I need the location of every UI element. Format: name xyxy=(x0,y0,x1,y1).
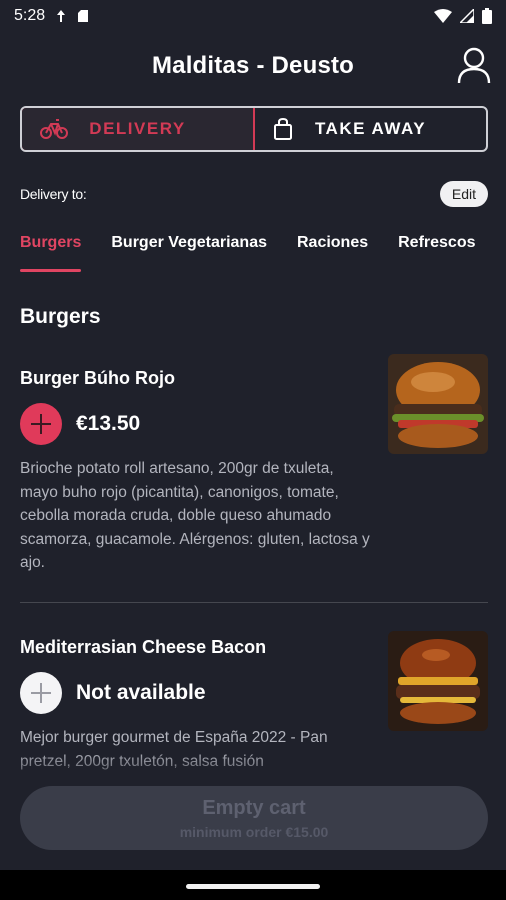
wifi-icon xyxy=(434,9,452,23)
item-divider xyxy=(20,602,488,603)
home-gesture-handle[interactable] xyxy=(186,884,320,889)
menu-item[interactable]: Burger Búho Rojo €13.50 Brioche potato r… xyxy=(20,354,488,575)
status-bar: 5:28 xyxy=(0,0,506,32)
cart-minimum-order: minimum order €15.00 xyxy=(179,823,329,840)
data-saver-icon xyxy=(57,10,66,22)
app-header: Malditas - Deusto xyxy=(0,44,506,88)
battery-icon xyxy=(482,8,492,24)
status-time: 5:28 xyxy=(14,7,46,24)
add-to-cart-button-disabled xyxy=(20,672,62,714)
profile-button[interactable] xyxy=(456,46,492,86)
cart-button[interactable]: Empty cart minimum order €15.00 xyxy=(20,786,488,850)
burger-photo xyxy=(388,631,488,731)
takeaway-option[interactable]: TAKE AWAY xyxy=(255,108,486,150)
shopping-bag-icon xyxy=(274,118,292,140)
edit-address-button[interactable]: Edit xyxy=(439,181,488,207)
category-tabs: Burgers Burger Vegetarianas Raciones Ref… xyxy=(20,226,506,274)
tab-raciones[interactable]: Raciones xyxy=(297,226,368,272)
user-icon xyxy=(457,47,491,84)
delivery-to-label: Delivery to: xyxy=(20,186,87,202)
page-title: Malditas - Deusto xyxy=(151,52,355,79)
item-price: €13.50 xyxy=(76,412,141,435)
plus-icon xyxy=(31,683,51,703)
order-mode-toggle: DELIVERY TAKE AWAY xyxy=(20,106,488,152)
tab-burger-vegetarianas[interactable]: Burger Vegetarianas xyxy=(111,226,267,272)
signal-icon xyxy=(460,9,474,23)
delivery-label: DELIVERY xyxy=(89,119,186,138)
delivery-address-row: Delivery to: Edit xyxy=(20,180,488,208)
section-title: Burgers xyxy=(20,305,101,328)
item-description: Brioche potato roll artesano, 200gr de t… xyxy=(20,460,370,571)
takeaway-label: TAKE AWAY xyxy=(314,119,427,138)
cart-title: Empty cart xyxy=(202,796,306,819)
status-right xyxy=(434,8,492,24)
add-to-cart-button[interactable] xyxy=(20,403,62,445)
system-navigation-bar xyxy=(0,870,506,900)
plus-icon xyxy=(31,414,51,434)
tab-refrescos[interactable]: Refrescos xyxy=(398,226,475,272)
status-left: 5:28 xyxy=(14,7,89,25)
item-availability: Not available xyxy=(76,681,206,704)
tab-burgers[interactable]: Burgers xyxy=(20,226,82,272)
delivery-option[interactable]: DELIVERY xyxy=(22,108,255,150)
scroll-fade xyxy=(0,750,506,786)
bicycle-icon xyxy=(40,119,68,139)
sim-card-icon xyxy=(78,10,89,22)
burger-photo xyxy=(388,354,488,454)
